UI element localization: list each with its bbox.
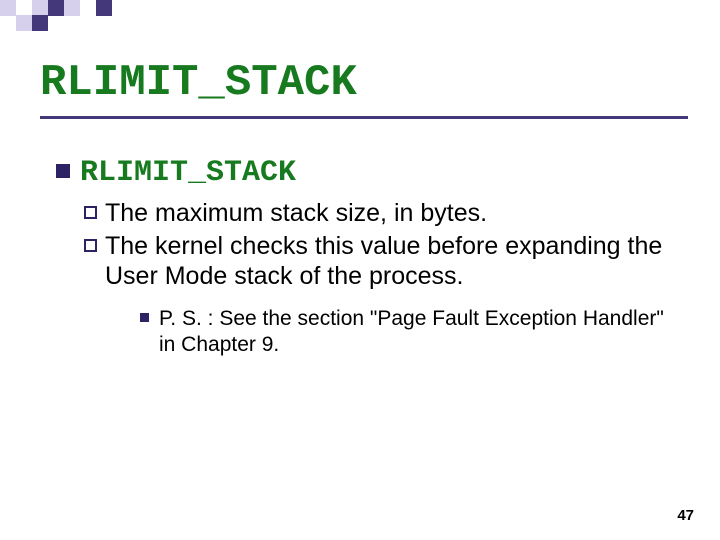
level2-text: The kernel checks this value before expa… xyxy=(105,231,680,292)
content-block: RLIMIT_STACK The maximum stack size, in … xyxy=(56,156,680,358)
level2-text: The maximum stack size, in bytes. xyxy=(105,198,680,229)
page-number: 47 xyxy=(677,507,694,524)
hollow-square-icon xyxy=(84,206,97,219)
title-underline xyxy=(40,116,688,119)
level3-text: P. S. : See the section "Page Fault Exce… xyxy=(159,306,680,359)
corner-decoration xyxy=(0,0,112,31)
filled-square-icon xyxy=(56,164,70,178)
level3-bullet: P. S. : See the section "Page Fault Exce… xyxy=(140,306,680,359)
small-filled-square-icon xyxy=(140,313,149,322)
level2-bullet: The maximum stack size, in bytes. xyxy=(84,198,680,229)
level1-heading: RLIMIT_STACK xyxy=(80,156,296,190)
hollow-square-icon xyxy=(84,239,97,252)
level1-bullet: RLIMIT_STACK xyxy=(56,156,680,190)
slide-title: RLIMIT_STACK xyxy=(40,58,357,108)
level2-bullet: The kernel checks this value before expa… xyxy=(84,231,680,292)
